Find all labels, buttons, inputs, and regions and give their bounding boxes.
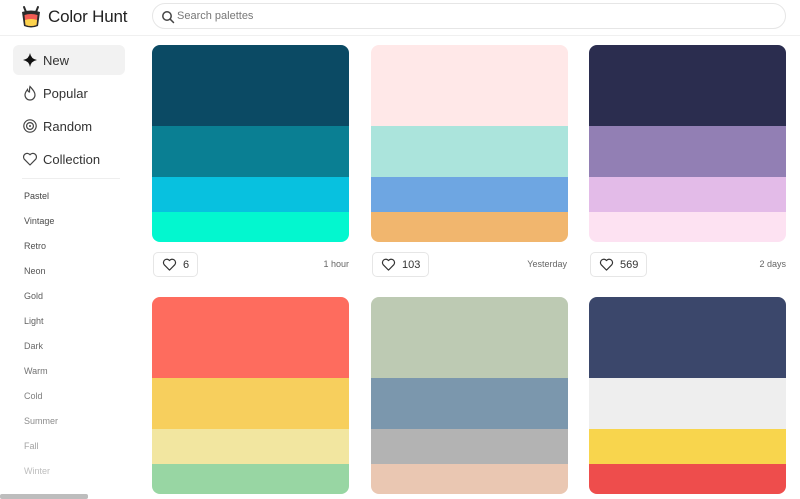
tag-light[interactable]: Light bbox=[24, 316, 44, 326]
color-band[interactable] bbox=[371, 177, 568, 212]
color-band[interactable] bbox=[152, 378, 349, 429]
logo-icon[interactable] bbox=[18, 4, 44, 30]
color-band[interactable] bbox=[152, 45, 349, 126]
timestamp: 1 hour bbox=[323, 259, 349, 269]
nav-label: New bbox=[43, 52, 70, 68]
nav-popular[interactable]: Popular bbox=[13, 78, 125, 108]
color-band[interactable] bbox=[589, 464, 786, 494]
color-band[interactable] bbox=[589, 378, 786, 429]
color-band[interactable] bbox=[371, 378, 568, 429]
tag-pastel[interactable]: Pastel bbox=[24, 191, 49, 201]
like-count: 103 bbox=[402, 258, 421, 271]
tag-summer[interactable]: Summer bbox=[24, 416, 58, 426]
search-bar[interactable] bbox=[152, 3, 786, 29]
palette[interactable] bbox=[589, 45, 786, 242]
tag-retro[interactable]: Retro bbox=[24, 241, 46, 251]
tag-dark[interactable]: Dark bbox=[24, 341, 43, 351]
color-band[interactable] bbox=[371, 212, 568, 242]
sidebar-divider bbox=[22, 178, 120, 179]
nav-collection[interactable]: Collection bbox=[13, 144, 125, 174]
color-band[interactable] bbox=[589, 177, 786, 212]
like-button[interactable]: 103 bbox=[372, 252, 430, 277]
horizontal-scrollbar[interactable] bbox=[0, 494, 88, 499]
color-band[interactable] bbox=[152, 212, 349, 242]
palette[interactable] bbox=[152, 297, 349, 494]
palette[interactable] bbox=[589, 297, 786, 494]
tag-gold[interactable]: Gold bbox=[24, 291, 43, 301]
spiral-icon bbox=[23, 119, 37, 133]
like-button[interactable]: 569 bbox=[590, 252, 648, 277]
brand-name[interactable]: Color Hunt bbox=[48, 7, 127, 27]
tag-neon[interactable]: Neon bbox=[24, 266, 46, 276]
search-icon bbox=[162, 11, 175, 24]
tag-winter[interactable]: Winter bbox=[24, 466, 50, 476]
color-band[interactable] bbox=[371, 464, 568, 494]
nav-label: Popular bbox=[43, 85, 88, 101]
color-band[interactable] bbox=[152, 126, 349, 177]
flame-icon bbox=[24, 85, 36, 101]
palette[interactable] bbox=[371, 45, 568, 242]
nav-new[interactable]: New bbox=[13, 45, 125, 75]
nav-label: Random bbox=[43, 118, 93, 134]
palette[interactable] bbox=[371, 297, 568, 494]
like-count: 569 bbox=[620, 258, 639, 271]
top-bar: Color Hunt bbox=[0, 0, 800, 36]
search-input[interactable] bbox=[177, 6, 767, 26]
tag-cold[interactable]: Cold bbox=[24, 391, 43, 401]
like-count: 6 bbox=[183, 258, 190, 271]
tag-fall[interactable]: Fall bbox=[24, 441, 39, 451]
palette[interactable] bbox=[152, 45, 349, 242]
color-band[interactable] bbox=[371, 429, 568, 464]
color-band[interactable] bbox=[589, 126, 786, 177]
color-band[interactable] bbox=[589, 429, 786, 464]
color-band[interactable] bbox=[152, 464, 349, 494]
color-band[interactable] bbox=[371, 297, 568, 378]
heart-icon bbox=[162, 258, 177, 271]
heart-icon bbox=[599, 258, 614, 271]
heart-icon bbox=[381, 258, 396, 271]
color-band[interactable] bbox=[589, 45, 786, 126]
sidebar: New Popular Random Collection Pastel Vin… bbox=[0, 36, 140, 499]
tag-vintage[interactable]: Vintage bbox=[24, 216, 54, 226]
tag-warm[interactable]: Warm bbox=[24, 366, 48, 376]
nav-label: Collection bbox=[43, 151, 101, 167]
color-band[interactable] bbox=[152, 429, 349, 464]
color-band[interactable] bbox=[589, 297, 786, 378]
color-band[interactable] bbox=[589, 212, 786, 242]
heart-icon bbox=[22, 152, 38, 166]
color-band[interactable] bbox=[152, 297, 349, 378]
color-band[interactable] bbox=[371, 126, 568, 177]
timestamp: 2 days bbox=[759, 259, 786, 269]
color-band[interactable] bbox=[152, 177, 349, 212]
color-band[interactable] bbox=[371, 45, 568, 126]
sparkle-icon bbox=[23, 53, 37, 67]
timestamp: Yesterday bbox=[527, 259, 567, 269]
like-button[interactable]: 6 bbox=[153, 252, 199, 277]
nav-random[interactable]: Random bbox=[13, 111, 125, 141]
